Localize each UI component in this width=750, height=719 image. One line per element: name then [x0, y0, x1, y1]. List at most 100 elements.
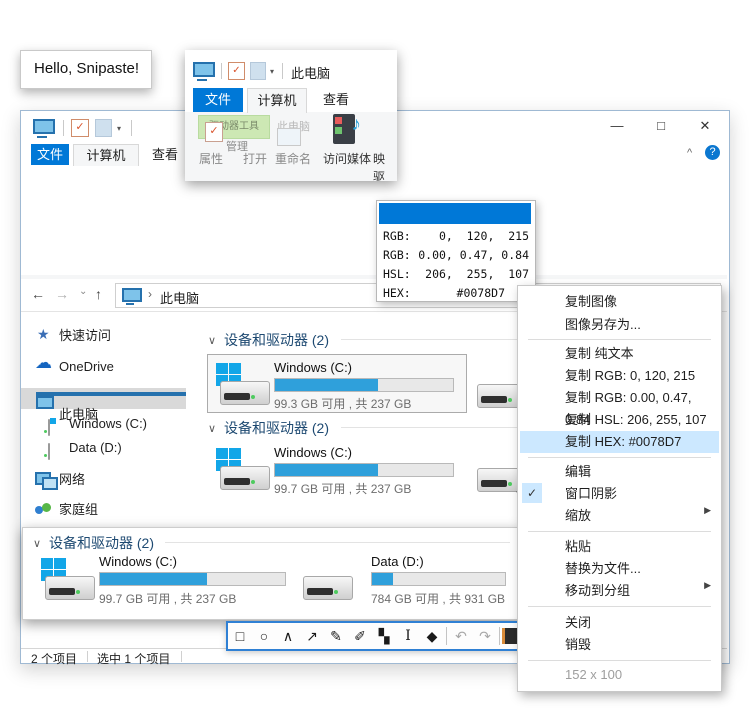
drive-name: Windows (C:): [274, 360, 352, 375]
menu-zoom[interactable]: 缩放: [520, 505, 719, 527]
section1-header[interactable]: 设备和驱动器 (2): [224, 330, 329, 350]
close-button[interactable]: ✕: [683, 111, 727, 141]
sidebar-item-this-pc[interactable]: 此电脑: [21, 388, 186, 409]
marker-tool-icon[interactable]: ✐: [348, 625, 372, 647]
properties-qat-icon[interactable]: ✓: [71, 119, 89, 137]
polyline-tool-icon[interactable]: ∧: [276, 625, 300, 647]
rgb-row: RGB:0, 120, 215: [383, 229, 529, 243]
sidebar-label: OneDrive: [59, 357, 114, 377]
collapse-ribbon-icon[interactable]: ^: [687, 147, 692, 159]
color-picker-tooltip: RGB:0, 120, 215 RGB:0.00, 0.47, 0.84 HSL…: [376, 200, 536, 302]
hsl-label: HSL:: [383, 267, 411, 281]
help-icon[interactable]: ?: [705, 145, 720, 160]
hsl-value: 206, 255, 107: [425, 267, 529, 281]
tab-computer[interactable]: 计算机: [73, 144, 139, 166]
menu-close[interactable]: 关闭: [520, 612, 719, 634]
menu-copy-image[interactable]: 复制图像: [520, 291, 719, 313]
up-icon[interactable]: ↑: [95, 286, 102, 302]
qat-separator2: [282, 63, 283, 79]
address-computer-icon: [122, 288, 142, 303]
eraser-tool-icon[interactable]: ◆: [420, 625, 444, 647]
menu-copy-rgb-float[interactable]: 复制 RGB: 0.00, 0.47, 0.84: [520, 387, 719, 409]
section2-header[interactable]: 设备和驱动器 (2): [224, 418, 329, 438]
hello-text: Hello, Snipaste!: [34, 60, 139, 77]
drive-tile-windows-c2[interactable]: Windows (C:) 99.7 GB 可用 , 共 237 GB: [208, 440, 466, 497]
hsl-row: HSL: 206, 255, 107: [383, 267, 529, 281]
section-rule: [165, 542, 510, 543]
toolbar-separator2: [499, 627, 500, 645]
capacity-bar: [99, 572, 286, 586]
drive-tile-windows-c[interactable]: Windows (C:) 99.3 GB 可用 , 共 237 GB: [207, 354, 467, 413]
drive-c-icon: [48, 419, 50, 436]
drive-tile-windows-c: Windows (C:) 99.7 GB 可用 , 共 237 GB: [33, 550, 295, 612]
breadcrumb-this-pc[interactable]: 此电脑: [160, 288, 199, 307]
sidebar-item-windows-c[interactable]: Windows (C:): [21, 414, 186, 434]
hex-value: #0078D7: [457, 286, 505, 300]
drive-name: Windows (C:): [99, 554, 177, 569]
drive-name: Data (D:): [371, 554, 424, 569]
menu-copy-plain-text[interactable]: 复制 纯文本: [520, 343, 719, 365]
minimize-button[interactable]: —: [595, 111, 639, 141]
sidebar-label: Windows (C:): [69, 414, 147, 434]
drive-icon: [216, 448, 272, 494]
forward-icon[interactable]: →: [55, 286, 69, 302]
drive-icon: [216, 363, 272, 409]
menu-window-shadow[interactable]: 窗口阴影: [520, 483, 719, 505]
text-tool-icon[interactable]: I: [396, 625, 420, 647]
back-icon[interactable]: ←: [31, 286, 45, 302]
submenu-arrow-icon: ▶: [704, 505, 711, 516]
qat-dropdown-icon[interactable]: ▾: [117, 124, 121, 133]
menu-move-to-group[interactable]: 移动到分组: [520, 580, 719, 602]
color-swatch: [379, 203, 531, 224]
screenshot-stage: ✓ ▾ — □ ✕ 文件 计算机 查看 ^ ? ✓ 属性 打开: [0, 0, 750, 719]
qat-separator: [63, 120, 64, 136]
rename-ghost: 重命名: [275, 150, 311, 167]
network-icon: [35, 472, 55, 487]
undo-icon[interactable]: ↶: [449, 625, 473, 647]
snip-window-drives[interactable]: ∨ 设备和驱动器 (2) Windows (C:) 99.7 GB 可用 , 共…: [22, 527, 521, 620]
mosaic-tool-icon[interactable]: ▚: [372, 625, 396, 647]
context-menu: 复制图像 图像另存为... 复制 纯文本 复制 RGB: 0, 120, 215…: [517, 285, 722, 692]
sidebar-item-data-d[interactable]: Data (D:): [21, 438, 186, 458]
check-icon: ✓: [522, 483, 542, 503]
save-icon-partial[interactable]: [502, 628, 517, 644]
capacity-bar: [371, 572, 506, 586]
redo-icon[interactable]: ↷: [473, 625, 497, 647]
ghost-monitor-icon: [277, 128, 301, 146]
pencil-tool-icon[interactable]: ✎: [324, 625, 348, 647]
cloud-icon: ☁: [35, 353, 52, 373]
rgb-value: 0, 120, 215: [439, 229, 529, 243]
recent-dropdown-icon[interactable]: ⌄: [79, 286, 87, 297]
menu-copy-hsl[interactable]: 复制 HSL: 206, 255, 107: [520, 409, 719, 431]
section2-collapse-icon[interactable]: ∨: [208, 422, 216, 435]
menu-copy-hex[interactable]: 复制 HEX: #0078D7: [520, 431, 719, 453]
menu-replace-with-file[interactable]: 替换为文件...: [520, 558, 719, 580]
menu-copy-rgb[interactable]: 复制 RGB: 0, 120, 215: [520, 365, 719, 387]
rectangle-tool-icon[interactable]: □: [228, 625, 252, 647]
menu-destroy[interactable]: 销毁: [520, 634, 719, 656]
status-separator2: [181, 651, 182, 662]
sidebar-label: 网络: [59, 470, 85, 490]
snip-window-hello[interactable]: Hello, Snipaste!: [20, 50, 152, 89]
menu-edit[interactable]: 编辑: [520, 461, 719, 483]
tab-view[interactable]: 查看: [143, 144, 187, 165]
arrow-tool-icon[interactable]: ↗: [300, 625, 324, 647]
menu-separator4: [528, 606, 711, 607]
snip-window-explorer-top[interactable]: ✓ ▾ 此电脑 文件 计算机 查看 驱动器工具 ✓ 管理 此电脑 ♪ 属性 打开…: [185, 50, 397, 181]
computer-icon: [33, 119, 55, 136]
status-item-count: 2 个项目: [31, 650, 77, 667]
menu-save-image-as[interactable]: 图像另存为...: [520, 314, 719, 336]
hex-row: HEX:#0078D7: [383, 286, 529, 300]
access-media-label: 访问媒体: [323, 150, 371, 167]
menu-separator: [528, 339, 711, 340]
menu-paste[interactable]: 粘贴: [520, 536, 719, 558]
qat-folder-icon[interactable]: [95, 119, 112, 137]
drive-tile-data-d: Data (D:) 784 GB 可用 , 共 931 GB: [299, 550, 517, 612]
maximize-button[interactable]: □: [639, 111, 683, 141]
section1-collapse-icon[interactable]: ∨: [208, 334, 216, 347]
menu-separator2: [528, 457, 711, 458]
ellipse-tool-icon[interactable]: ○: [252, 625, 276, 647]
tab-file[interactable]: 文件: [31, 144, 69, 165]
drive-info: 99.7 GB 可用 , 共 237 GB: [99, 590, 236, 607]
star-icon: ★: [37, 324, 50, 344]
